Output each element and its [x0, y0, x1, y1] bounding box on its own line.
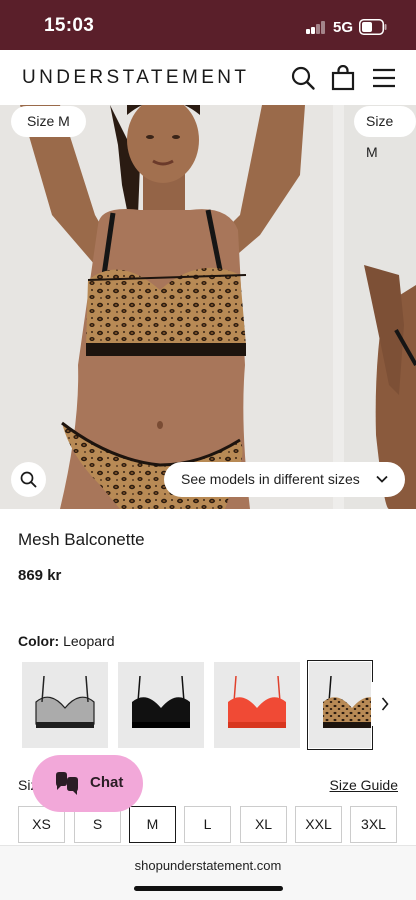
site-header: UNDERSTATEMENT — [0, 50, 416, 105]
see-models-label: See models in different sizes — [181, 471, 360, 487]
shopping-bag-icon[interactable] — [330, 65, 356, 91]
model-photo-secondary — [344, 105, 416, 509]
brand-logo[interactable]: UNDERSTATEMENT — [22, 67, 249, 89]
size-guide-link[interactable]: Size Guide — [330, 777, 398, 793]
bra-thumbnail — [22, 662, 108, 748]
size-tag-next: Size M — [354, 106, 416, 160]
chat-button[interactable]: Chat — [32, 755, 143, 812]
size-option-3xl[interactable]: 3XL — [350, 806, 397, 843]
see-models-button[interactable]: See models in different sizes — [164, 462, 405, 497]
chevron-down-icon — [376, 475, 388, 483]
color-swatch-smoke[interactable] — [22, 662, 108, 748]
gallery-slide-next[interactable]: Size M — [344, 105, 416, 509]
size-option-l[interactable]: L — [184, 806, 231, 843]
color-value: Leopard — [63, 633, 115, 649]
color-row: Color: Leopard — [18, 633, 115, 649]
gallery-slide-main[interactable]: Size M — [0, 105, 333, 509]
size-option-xl[interactable]: XL — [240, 806, 287, 843]
signal-bars-icon — [306, 21, 326, 34]
color-swatch-leopard[interactable] — [307, 660, 373, 750]
home-indicator — [134, 886, 283, 891]
search-icon[interactable] — [290, 65, 316, 91]
color-label: Color: — [18, 633, 60, 649]
model-photo — [0, 105, 333, 509]
bra-thumbnail — [118, 662, 204, 748]
size-option-xxl[interactable]: XXL — [295, 806, 342, 843]
product-price: 869 kr — [18, 567, 62, 584]
color-swatch-red[interactable] — [214, 662, 300, 748]
browser-url-bar[interactable]: shopunderstatement.com — [0, 845, 416, 900]
bra-thumbnail — [309, 662, 371, 748]
battery-icon — [359, 19, 387, 35]
url-text: shopunderstatement.com — [134, 858, 282, 873]
chat-label: Chat — [90, 774, 124, 791]
bra-thumbnail — [214, 662, 300, 748]
magnifier-icon — [20, 471, 37, 488]
size-option-m[interactable]: M — [129, 806, 176, 843]
zoom-button[interactable] — [11, 462, 46, 497]
product-gallery[interactable]: Size M Size M See models in different si… — [0, 105, 416, 509]
status-bar: 15:03 5G — [0, 0, 416, 50]
color-swatch-black[interactable] — [118, 662, 204, 748]
product-name: Mesh Balconette — [18, 530, 145, 549]
chevron-right-icon — [381, 697, 389, 711]
color-carousel-next-button[interactable] — [372, 682, 398, 726]
size-tag-main: Size M — [11, 106, 86, 137]
hamburger-menu-icon[interactable] — [371, 65, 397, 91]
network-label: 5G — [333, 19, 354, 36]
chat-bubbles-icon — [56, 772, 78, 795]
status-time: 15:03 — [44, 15, 95, 36]
